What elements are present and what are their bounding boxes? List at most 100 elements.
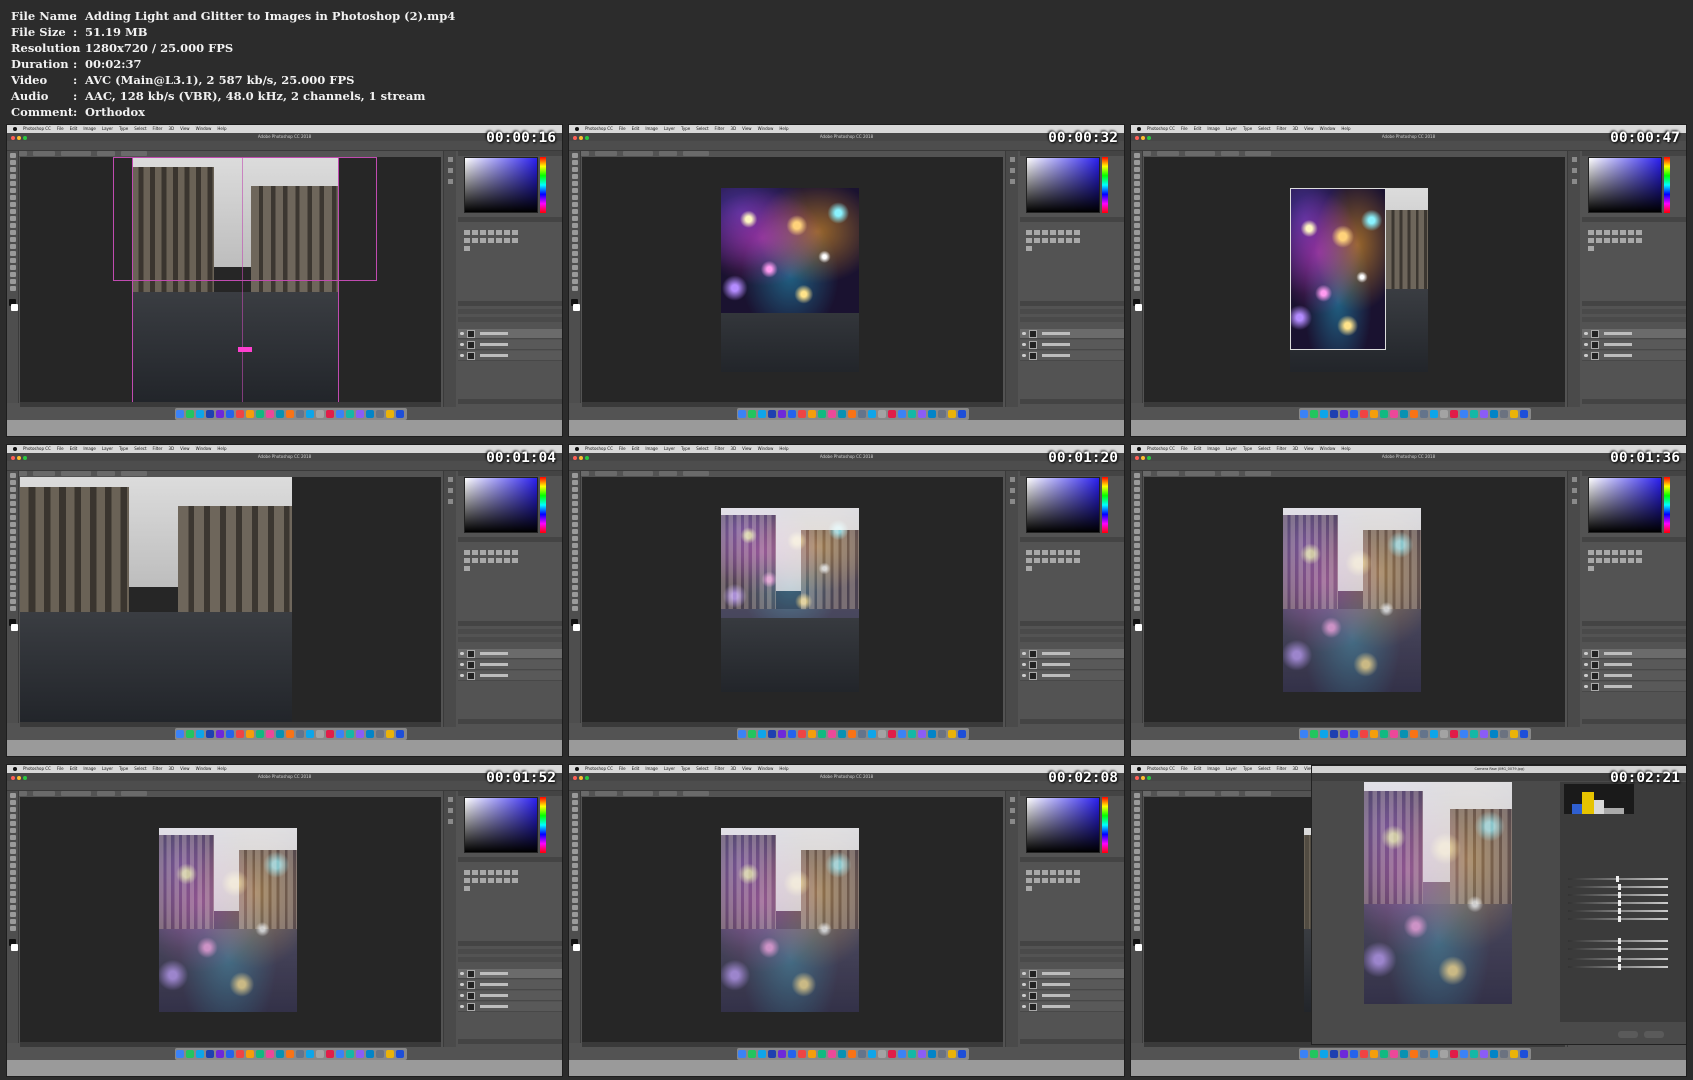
adjustment-icon[interactable] xyxy=(464,238,470,243)
dock-app-icon[interactable] xyxy=(226,1050,234,1058)
dock-app-icon[interactable] xyxy=(888,1050,896,1058)
dock-app-icon[interactable] xyxy=(366,730,374,738)
menu-item[interactable]: File xyxy=(57,126,64,131)
menu-item[interactable]: Filter xyxy=(715,766,725,771)
tool-icon[interactable] xyxy=(1133,188,1140,193)
adjustment-icon[interactable] xyxy=(1042,870,1048,875)
tool-icon[interactable] xyxy=(1133,258,1140,263)
dock-app-icon[interactable] xyxy=(1310,1050,1318,1058)
dock-app-icon[interactable] xyxy=(898,730,906,738)
dock-app-icon[interactable] xyxy=(1330,410,1338,418)
adjustment-icon[interactable] xyxy=(1620,230,1626,235)
menu-item[interactable]: Photoshop CC xyxy=(1147,766,1175,771)
tool-icon[interactable] xyxy=(1133,244,1140,249)
tool-icon[interactable] xyxy=(9,891,16,896)
tool-icon[interactable] xyxy=(571,230,578,235)
menu-item[interactable]: View xyxy=(1304,126,1314,131)
adjustment-icon[interactable] xyxy=(1628,550,1634,555)
adjustment-icon[interactable] xyxy=(1034,878,1040,883)
layer-row[interactable] xyxy=(1582,682,1686,692)
dock-app-icon[interactable] xyxy=(738,410,746,418)
dock-app-icon[interactable] xyxy=(1370,1050,1378,1058)
dock-app-icon[interactable] xyxy=(186,410,194,418)
dock-app-icon[interactable] xyxy=(206,410,214,418)
tool-icon[interactable] xyxy=(9,195,16,200)
dock-app-icon[interactable] xyxy=(356,410,364,418)
adjustment-icon[interactable] xyxy=(1628,558,1634,563)
tool-icon[interactable] xyxy=(571,487,578,492)
tool-icon[interactable] xyxy=(571,905,578,910)
visibility-eye-icon[interactable] xyxy=(1584,685,1588,688)
adjustment-icon[interactable] xyxy=(1026,230,1032,235)
dock-app-icon[interactable] xyxy=(186,730,194,738)
adjustment-icon[interactable] xyxy=(472,558,478,563)
menu-item[interactable]: Select xyxy=(134,126,146,131)
dock-app-icon[interactable] xyxy=(186,1050,194,1058)
menu-item[interactable]: View xyxy=(742,766,752,771)
adjustment-icon[interactable] xyxy=(464,550,470,555)
adjustment-icon[interactable] xyxy=(1034,870,1040,875)
dock-app-icon[interactable] xyxy=(316,410,324,418)
dock-app-icon[interactable] xyxy=(386,1050,394,1058)
adjustment-icon[interactable] xyxy=(512,878,518,883)
tool-icon[interactable] xyxy=(571,181,578,186)
dock-app-icon[interactable] xyxy=(748,410,756,418)
menu-item[interactable]: Window xyxy=(196,766,212,771)
dock-app-icon[interactable] xyxy=(1360,410,1368,418)
tool-icon[interactable] xyxy=(9,564,16,569)
menu-item[interactable]: File xyxy=(619,446,626,451)
dock-app-icon[interactable] xyxy=(396,730,404,738)
layer-row[interactable] xyxy=(458,660,562,670)
menu-item[interactable]: Type xyxy=(681,126,690,131)
dock-app-icon[interactable] xyxy=(176,1050,184,1058)
transform-box[interactable] xyxy=(1290,188,1386,350)
hue-slider[interactable] xyxy=(540,797,546,853)
tool-icon[interactable] xyxy=(571,856,578,861)
menu-item[interactable]: Type xyxy=(1243,766,1252,771)
tool-icon[interactable] xyxy=(9,480,16,485)
tool-icon[interactable] xyxy=(571,564,578,569)
adjustment-icon[interactable] xyxy=(504,870,510,875)
menu-item[interactable]: Type xyxy=(119,766,128,771)
dock-app-icon[interactable] xyxy=(216,730,224,738)
brush-icon[interactable] xyxy=(1009,179,1015,184)
menu-item[interactable]: File xyxy=(57,766,64,771)
dock-app-icon[interactable] xyxy=(858,410,866,418)
tool-icon[interactable] xyxy=(9,842,16,847)
menu-item[interactable]: Help xyxy=(217,766,226,771)
dock-app-icon[interactable] xyxy=(878,1050,886,1058)
layer-row[interactable] xyxy=(1020,351,1124,361)
dock-app-icon[interactable] xyxy=(1310,730,1318,738)
shadows-slider[interactable] xyxy=(1568,900,1668,906)
tool-icon[interactable] xyxy=(1133,564,1140,569)
dock-app-icon[interactable] xyxy=(1340,410,1348,418)
menu-item[interactable]: 3D xyxy=(168,766,174,771)
tool-icon[interactable] xyxy=(9,821,16,826)
tool-icon[interactable] xyxy=(9,877,16,882)
adjustment-icon[interactable] xyxy=(1588,558,1594,563)
tool-icon[interactable] xyxy=(1133,536,1140,541)
adjustment-icon[interactable] xyxy=(1042,238,1048,243)
tool-icon[interactable] xyxy=(571,529,578,534)
dock-app-icon[interactable] xyxy=(908,730,916,738)
dock-app-icon[interactable] xyxy=(296,730,304,738)
layer-row[interactable] xyxy=(1582,329,1686,339)
tool-icon[interactable] xyxy=(9,835,16,840)
swatches-icon[interactable] xyxy=(447,808,453,813)
tool-icon[interactable] xyxy=(1133,835,1140,840)
adjustment-icon[interactable] xyxy=(1066,230,1072,235)
dock-app-icon[interactable] xyxy=(246,1050,254,1058)
tool-icon[interactable] xyxy=(571,828,578,833)
menu-item[interactable]: Image xyxy=(83,126,96,131)
tool-icon[interactable] xyxy=(9,286,16,291)
dock-app-icon[interactable] xyxy=(1360,730,1368,738)
visibility-eye-icon[interactable] xyxy=(1022,994,1026,997)
document-canvas[interactable] xyxy=(20,157,441,402)
adjustment-icon[interactable] xyxy=(464,886,470,891)
tool-icon[interactable] xyxy=(571,202,578,207)
tool-icon[interactable] xyxy=(9,599,16,604)
layer-row[interactable] xyxy=(458,980,562,990)
menu-item[interactable]: Image xyxy=(645,126,658,131)
hue-slider[interactable] xyxy=(1102,157,1108,213)
dock-app-icon[interactable] xyxy=(1450,410,1458,418)
